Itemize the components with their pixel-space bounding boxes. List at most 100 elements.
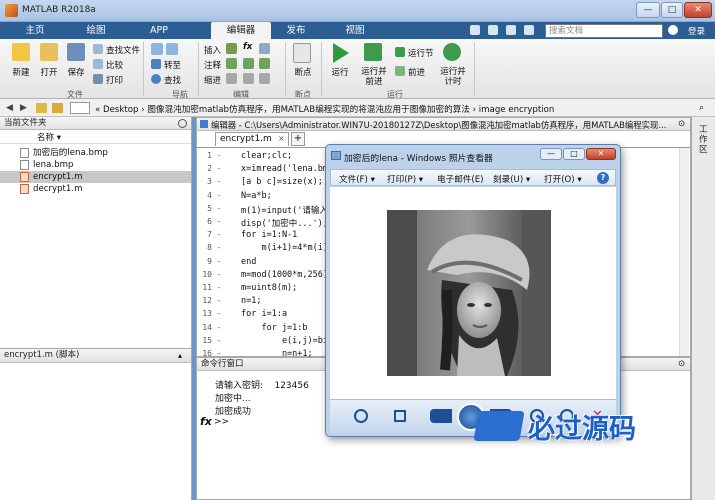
indent-button[interactable]: 缩进 xyxy=(204,74,221,86)
viewer-minimize-button[interactable]: — xyxy=(540,148,562,160)
file-row[interactable]: lena.bmp xyxy=(0,159,191,171)
command-options-icon[interactable]: ⊙ xyxy=(678,359,685,369)
code-line[interactable]: clear;clc; xyxy=(241,151,292,161)
breakpoint-gutter[interactable]: – xyxy=(217,323,221,332)
outdent-icon[interactable] xyxy=(259,73,270,84)
breakpoint-gutter[interactable]: – xyxy=(217,151,221,160)
code-line[interactable]: for i=1:a xyxy=(241,309,287,319)
menu-open[interactable]: 打开(O) ▾ xyxy=(544,173,582,185)
code-line[interactable]: e(i,j)=bit xyxy=(241,336,333,346)
comment-percent-icon[interactable] xyxy=(226,58,237,69)
code-line[interactable]: [a b c]=size(x); xyxy=(241,177,323,187)
breakpoint-gutter[interactable]: – xyxy=(217,283,221,292)
browse-folder-icon[interactable] xyxy=(52,103,63,113)
wrap-comment-icon[interactable] xyxy=(259,58,270,69)
save-quick-icon[interactable] xyxy=(488,25,498,35)
previous-icon[interactable] xyxy=(430,409,452,423)
run-section-button[interactable]: 运行节 xyxy=(408,47,434,59)
menu-print[interactable]: 打印(P) ▾ xyxy=(387,173,423,185)
close-button[interactable]: ✕ xyxy=(684,2,712,18)
viewer-close-button[interactable]: ✕ xyxy=(586,148,616,160)
fx-icon[interactable]: fx xyxy=(200,415,212,428)
breakpoint-gutter[interactable]: – xyxy=(217,336,221,345)
insert-section-icon[interactable] xyxy=(226,43,237,54)
insert-more-icon[interactable] xyxy=(259,43,270,54)
nav-forward-icon[interactable] xyxy=(166,43,178,55)
search-folder-icon[interactable]: ⌕ xyxy=(699,103,704,113)
compare-button[interactable]: 比较 xyxy=(106,59,123,71)
goto-button[interactable]: 转至 xyxy=(164,59,181,71)
comment-button[interactable]: 注释 xyxy=(204,59,221,71)
fx-button[interactable]: fx xyxy=(243,42,252,52)
search-icon[interactable] xyxy=(668,25,678,35)
breakpoint-gutter[interactable]: – xyxy=(217,270,221,279)
login-link[interactable]: 登录 xyxy=(688,25,705,37)
search-input[interactable]: 搜索文档 xyxy=(545,24,663,38)
layout-icon[interactable] xyxy=(470,25,480,35)
actual-size-icon[interactable] xyxy=(394,410,406,422)
nav-back-icon[interactable] xyxy=(151,43,163,55)
code-line[interactable]: end xyxy=(241,257,256,267)
breakpoint-gutter[interactable]: – xyxy=(217,177,221,186)
name-column-header[interactable]: 名称 ▾ xyxy=(37,131,61,143)
run-button[interactable]: 运行 xyxy=(326,66,354,78)
tab-plots[interactable]: 绘图 xyxy=(73,22,119,39)
breakpoint-gutter[interactable]: – xyxy=(217,164,221,173)
new-button[interactable]: 新建 xyxy=(8,66,34,78)
code-line[interactable]: m(i+1)=4*m(i)- xyxy=(241,243,333,253)
breakpoint-gutter[interactable]: – xyxy=(217,217,221,226)
find-button[interactable]: 查找 xyxy=(164,74,181,86)
code-line[interactable]: for i=1:N-1 xyxy=(241,230,297,240)
address-path[interactable]: « Desktop › 图像混沌加密matlab仿真程序，用MATLAB编程实现… xyxy=(95,103,554,115)
help-icon[interactable] xyxy=(524,25,534,35)
back-arrow-icon[interactable]: ◀ xyxy=(6,103,13,113)
editor-scrollbar[interactable] xyxy=(679,148,689,356)
breakpoints-button[interactable]: 断点 xyxy=(290,66,316,78)
breakpoint-gutter[interactable]: – xyxy=(217,257,221,266)
maximize-button[interactable]: □ xyxy=(661,2,683,18)
breakpoint-gutter[interactable]: – xyxy=(217,204,221,213)
code-line[interactable]: N=a*b; xyxy=(241,191,272,201)
breakpoint-gutter[interactable]: – xyxy=(217,230,221,239)
code-line[interactable]: disp('加密中...'); xyxy=(241,217,328,229)
workspace-tab[interactable]: 工作区 xyxy=(699,125,709,155)
insert-button[interactable]: 插入 xyxy=(204,44,221,56)
help-icon[interactable]: ? xyxy=(597,172,609,184)
menu-email[interactable]: 电子邮件(E) xyxy=(437,173,484,185)
undo-icon[interactable] xyxy=(506,25,516,35)
print-button[interactable]: 打印 xyxy=(106,74,123,86)
code-line[interactable]: m=uint8(m); xyxy=(241,283,297,293)
code-line[interactable]: for j=1:b xyxy=(241,323,307,333)
save-button[interactable]: 保存 xyxy=(63,66,89,78)
collapse-icon[interactable]: ▴ xyxy=(178,351,182,360)
command-prompt[interactable]: >> xyxy=(214,417,229,427)
viewer-maximize-button[interactable]: □ xyxy=(563,148,585,160)
tab-editor[interactable]: 编辑器 xyxy=(211,22,271,39)
file-row[interactable]: 加密后的lena.bmp xyxy=(0,147,191,159)
add-tab-button[interactable]: + xyxy=(291,132,305,146)
run-advance-label-2[interactable]: 前进 xyxy=(358,75,390,87)
breakpoint-gutter[interactable]: – xyxy=(217,191,221,200)
find-files-button[interactable]: 查找文件 xyxy=(106,44,140,56)
code-line[interactable]: x=imread('lena.bmp xyxy=(241,164,333,174)
editor-options-icon[interactable]: ⊙ xyxy=(678,119,685,129)
uncomment-icon[interactable] xyxy=(243,58,254,69)
tab-publish[interactable]: 发布 xyxy=(273,22,319,39)
minimize-button[interactable]: — xyxy=(636,2,660,18)
tab-home[interactable]: 主页 xyxy=(12,22,58,39)
forward-arrow-icon[interactable]: ▶ xyxy=(20,103,27,113)
panel-options-icon[interactable] xyxy=(178,119,187,128)
zoom-icon[interactable] xyxy=(354,409,368,423)
file-row[interactable]: decrypt1.m xyxy=(0,183,191,195)
menu-burn[interactable]: 刻录(U) ▾ xyxy=(493,173,530,185)
breakpoint-gutter[interactable]: – xyxy=(217,296,221,305)
code-line[interactable]: m(1)=input('请输入 xyxy=(241,204,328,216)
tab-apps[interactable]: APP xyxy=(136,22,182,39)
code-line[interactable]: n=1; xyxy=(241,296,261,306)
tab-view[interactable]: 视图 xyxy=(332,22,378,39)
close-tab-icon[interactable]: × xyxy=(278,134,285,143)
indent-icon[interactable] xyxy=(243,73,254,84)
run-time-label-2[interactable]: 计时 xyxy=(437,75,469,87)
smart-indent-icon[interactable] xyxy=(226,73,237,84)
up-folder-icon[interactable] xyxy=(36,103,47,113)
